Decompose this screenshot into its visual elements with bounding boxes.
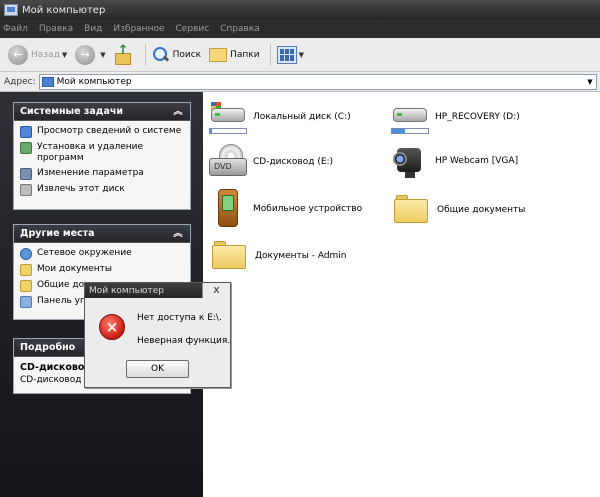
shared-documents-label: Общие документы [437, 205, 526, 215]
ok-button[interactable]: OK [126, 360, 189, 378]
task-label: Извлечь этот диск [37, 184, 125, 194]
webcam-label: HP Webcam [VGA] [435, 156, 519, 166]
system-tasks-title: Системные задачи [20, 106, 124, 117]
shared-documents[interactable]: Общие документы [393, 195, 525, 225]
search-icon [152, 46, 170, 64]
back-label: Назад [31, 49, 60, 60]
other-places-title: Другие места [20, 228, 95, 239]
system-tasks-header[interactable]: Системные задачи ︽ [14, 103, 190, 121]
admin-documents[interactable]: Документы - Admin [211, 241, 347, 271]
dialog-message-2: Неверная функция. [137, 336, 231, 346]
drive-c-usage-fill [210, 129, 212, 133]
back-arrow-icon: ← [8, 44, 28, 65]
collapse-icon[interactable]: ︽ [172, 106, 184, 118]
address-field[interactable]: Мой компьютер ▼ [38, 73, 597, 90]
title-bar: Мой компьютер [0, 0, 600, 20]
menu-help[interactable]: Справка [220, 24, 260, 34]
drive-c-usage-bar [209, 128, 247, 134]
address-value: Мой компьютер [56, 76, 132, 87]
task-change-setting[interactable]: Изменение параметра [20, 168, 184, 180]
eject-icon [20, 184, 32, 196]
add-remove-programs-icon [20, 142, 32, 154]
drive-e[interactable]: DVD CD-дисковод (E:) [209, 144, 333, 180]
folders-button[interactable]: Папки [209, 47, 260, 62]
window-title: Мой компьютер [22, 4, 106, 16]
place-label: Сетевое окружение [37, 248, 132, 258]
place-my-documents[interactable]: Мои документы [20, 264, 184, 276]
views-icon [276, 45, 297, 64]
menu-file[interactable]: Файл [3, 24, 28, 34]
search-label: Поиск [172, 49, 202, 60]
my-computer-icon [41, 76, 54, 87]
menu-view[interactable]: Вид [84, 24, 102, 34]
drive-d-label: HP_RECOVERY (D:) [435, 112, 520, 122]
dialog-message-1: Нет доступа к E:\. [137, 313, 222, 323]
control-panel-icon [20, 296, 32, 308]
address-dropdown-icon[interactable]: ▼ [584, 78, 596, 86]
folder-icon [212, 241, 248, 271]
mobile-device-label: Мобильное устройство [253, 204, 363, 214]
task-view-system-info[interactable]: Просмотр сведений о системе [20, 126, 184, 138]
address-bar: Адрес: Мой компьютер ▼ [0, 72, 600, 92]
folders-label: Папки [230, 49, 260, 60]
folders-icon [209, 47, 228, 62]
place-label: Мои документы [37, 264, 113, 274]
other-places-header[interactable]: Другие места ︽ [14, 225, 190, 243]
task-eject-disk[interactable]: Извлечь этот диск [20, 184, 184, 196]
folder-icon [394, 195, 430, 225]
place-network[interactable]: Сетевое окружение [20, 248, 184, 260]
views-dropdown-icon[interactable]: ▼ [299, 51, 304, 59]
system-tasks-panel: Системные задачи ︽ Просмотр сведений о с… [13, 102, 191, 210]
back-dropdown-icon[interactable]: ▼ [62, 51, 67, 59]
details-title: Подробно [20, 342, 76, 353]
dvd-drive-icon: DVD [209, 144, 247, 180]
folder-icon [20, 280, 32, 292]
dialog-title-bar[interactable]: Мой компьютер x [85, 283, 230, 298]
forward-arrow-icon: → [75, 44, 96, 65]
toolbar-separator [144, 43, 146, 66]
place-label: Панель уп [37, 296, 86, 306]
collapse-icon[interactable]: ︽ [172, 228, 184, 240]
forward-button[interactable]: → ▼ [75, 44, 106, 65]
menu-favorites[interactable]: Избранное [113, 24, 164, 34]
toolbar-separator [269, 43, 271, 66]
mobile-device-icon [213, 189, 243, 229]
network-icon [20, 248, 32, 260]
menu-tools[interactable]: Сервис [176, 24, 210, 34]
drive-d-usage-bar [391, 128, 429, 134]
webcam[interactable]: HP Webcam [VGA] [391, 142, 518, 180]
close-icon[interactable]: x [202, 283, 230, 298]
system-info-icon [20, 126, 32, 138]
control-panel-icon [20, 168, 32, 180]
error-icon: × [99, 314, 125, 340]
menu-bar: Файл Правка Вид Избранное Сервис Справка [0, 20, 600, 38]
toolbar: ← Назад ▼ → ▼ Поиск Папки ▼ [0, 38, 600, 72]
error-dialog: Мой компьютер x × Нет доступа к E:\. Нев… [84, 282, 231, 388]
back-button[interactable]: ← Назад ▼ [8, 44, 67, 65]
dvd-drive-text: DVD [209, 158, 247, 176]
folder-icon [20, 264, 32, 276]
address-label: Адрес: [4, 76, 36, 87]
task-add-remove-programs[interactable]: Установка и удаление программ [20, 142, 184, 164]
drive-c-label: Локальный диск (C:) [253, 112, 351, 122]
up-folder-icon [114, 43, 132, 65]
drive-e-label: CD-дисковод (E:) [253, 157, 334, 167]
place-label: Общие док [37, 280, 90, 290]
file-view: Локальный диск (C:) HP_RECOVERY (D:) DVD… [203, 92, 600, 497]
search-button[interactable]: Поиск [152, 46, 202, 64]
dialog-title: Мой компьютер [89, 285, 164, 296]
forward-dropdown-icon[interactable]: ▼ [100, 51, 105, 59]
task-label: Установка и удаление программ [37, 142, 144, 163]
admin-documents-label: Документы - Admin [255, 251, 347, 261]
webcam-icon [391, 142, 429, 180]
menu-edit[interactable]: Правка [39, 24, 73, 34]
up-folder-button[interactable] [114, 43, 135, 65]
views-button[interactable]: ▼ [276, 45, 304, 64]
my-computer-icon [4, 4, 18, 16]
mobile-device[interactable]: Мобильное устройство [209, 189, 362, 229]
task-label: Просмотр сведений о системе [37, 126, 182, 136]
drive-d-usage-fill [392, 129, 405, 133]
task-label: Изменение параметра [37, 168, 144, 178]
